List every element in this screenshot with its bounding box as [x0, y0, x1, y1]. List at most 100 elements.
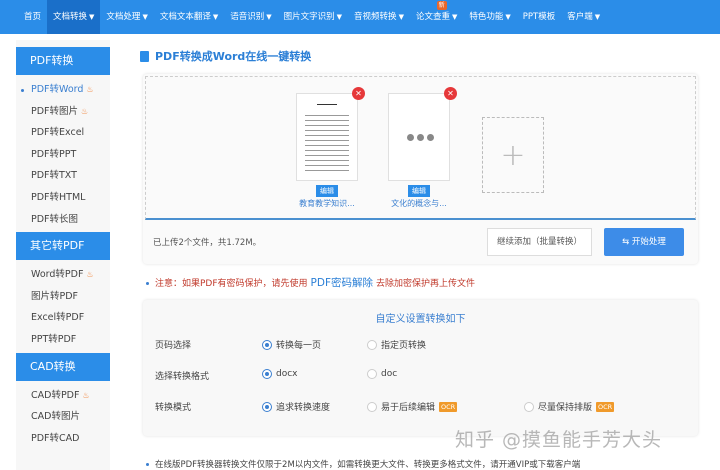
sidebar-item[interactable]: PDF转Excel — [16, 122, 110, 144]
sidebar-item[interactable]: PPT转PDF — [16, 329, 110, 351]
caret-down-icon: ▼ — [398, 13, 404, 21]
sidebar-item-label: PPT转PDF — [31, 333, 77, 345]
sidebar-item-label: CAD转PDF — [31, 389, 80, 401]
plus-icon: + — [500, 137, 526, 173]
radio-option[interactable]: doc — [367, 369, 397, 379]
sidebar-item[interactable]: PDF转PPT — [16, 144, 110, 166]
sidebar-item[interactable]: CAD转图片 — [16, 406, 110, 428]
caret-down-icon: ▼ — [451, 13, 458, 21]
nav-label: 文档处理 — [106, 12, 141, 22]
nav-label: 图片文字识别 — [283, 12, 335, 22]
settings-label: 转换模式 — [155, 403, 192, 413]
sidebar-item[interactable]: PDF转长图 — [16, 209, 110, 231]
upload-info: 已上传2个文件，共1.72M。 — [153, 238, 262, 248]
radio-option[interactable]: 尽量保持排版 OCR — [524, 400, 615, 413]
pdf-unlock-link[interactable]: PDF密码解除 — [311, 277, 373, 289]
fire-icon: ♨ — [86, 270, 94, 280]
radio-button[interactable] — [262, 339, 272, 350]
radio-label: docx — [276, 369, 298, 379]
caret-down-icon: ▼ — [89, 13, 95, 21]
nav-item[interactable]: PPT模板 — [517, 0, 561, 34]
radio-option[interactable]: 易于后续编辑 OCR — [367, 400, 458, 413]
remove-file-icon[interactable]: ✕ — [352, 87, 365, 100]
sidebar-item-label: CAD转图片 — [31, 411, 80, 423]
edit-button[interactable]: 编辑 — [316, 185, 338, 197]
radio-label: 指定页转换 — [381, 341, 427, 351]
radio-label: 易于后续编辑 — [381, 403, 436, 413]
nav-item[interactable]: 图片文字识别 ▼ — [278, 0, 348, 34]
radio-button[interactable] — [367, 369, 377, 379]
drop-zone[interactable]: ✕ 编辑 教育教学知识... ✕ 编辑 文化的概念与... + — [145, 76, 696, 220]
caret-down-icon: ▼ — [336, 13, 343, 21]
nav-label: 论文查重 — [415, 12, 450, 22]
sidebar-item[interactable]: 图片转PDF — [16, 286, 110, 308]
nav-label: 文档转换 — [53, 12, 88, 22]
caret-down-icon: ▼ — [505, 13, 511, 21]
sidebar-item[interactable]: PDF转图片 ♨ — [16, 101, 110, 123]
nav-item[interactable]: 论文查重 ▼ 新 — [410, 0, 463, 34]
page-title: PDF转换成Word在线一键转换 — [140, 48, 311, 64]
loading-icon — [407, 134, 434, 141]
radio-button[interactable] — [262, 369, 272, 379]
start-button[interactable]: ⇆ 开始处理 — [604, 228, 684, 256]
nav-item[interactable]: 文档文本翻译 ▼ — [154, 0, 224, 34]
sidebar-item-label: PDF转CAD — [31, 432, 80, 444]
radio-button[interactable] — [262, 401, 272, 412]
radio-button[interactable] — [367, 339, 377, 350]
fire-icon: ♨ — [82, 390, 90, 400]
add-file-button[interactable]: + — [482, 117, 544, 193]
sidebar-item[interactable]: Word转PDF ♨ — [16, 264, 110, 286]
nav-label: 首页 — [24, 12, 42, 22]
nav-label: 音视频转换 — [354, 12, 397, 22]
sidebar-item[interactable]: PDF转Word ♨ — [16, 79, 110, 101]
ocr-badge: OCR — [596, 401, 615, 412]
size-limit-note: 在线版PDF转换器转换文件仅限于2M以内文件，如需转换更大文件、转换更多格式文件… — [146, 458, 580, 470]
sidebar-item[interactable]: Excel转PDF — [16, 307, 110, 329]
settings-label: 页码选择 — [155, 341, 192, 351]
radio-option[interactable]: 指定页转换 — [367, 338, 426, 351]
sidebar-item[interactable]: PDF转HTML — [16, 187, 110, 209]
add-more-button[interactable]: 继续添加（批量转换） — [487, 228, 592, 256]
nav-item[interactable]: 文档转换 ▼ — [47, 0, 101, 34]
radio-option[interactable]: 追求转换速度 — [262, 400, 330, 413]
nav-item[interactable]: 文档处理 ▼ — [100, 0, 153, 34]
radio-option[interactable]: 转换每一页 — [262, 338, 321, 351]
radio-label: 追求转换速度 — [276, 403, 331, 413]
nav-item[interactable]: 语音识别 ▼ — [224, 0, 277, 34]
nav-item[interactable]: 特色功能 ▼ — [463, 0, 516, 34]
file-thumbnail[interactable]: ✕ — [388, 87, 457, 181]
edit-button[interactable]: 编辑 — [408, 185, 430, 197]
sidebar-item-label: 图片转PDF — [31, 290, 79, 302]
nav-label: 语音识别 — [230, 12, 265, 22]
sidebar-item[interactable]: PDF转TXT — [16, 165, 110, 187]
watermark: 知乎 @摸鱼能手芳大头 — [455, 429, 663, 451]
caret-down-icon: ▼ — [266, 13, 272, 21]
file-name: 教育教学知识... — [299, 199, 355, 208]
nav-label: 文档文本翻译 — [159, 12, 211, 22]
top-nav: 首页 文档转换 ▼ 文档处理 ▼ 文档文本翻译 ▼ 语音识别 ▼ 图片文字识别 ▼ 音视频转换 ▼ 论文查… — [0, 0, 720, 34]
radio-button[interactable] — [367, 401, 377, 412]
radio-label: doc — [381, 369, 398, 379]
sidebar-item-label: Word转PDF — [31, 269, 84, 281]
document-icon — [140, 50, 149, 62]
nav-item[interactable]: 客户端 ▼ — [561, 0, 606, 34]
sidebar-item[interactable]: PDF转CAD — [16, 428, 110, 450]
new-badge: 新 — [436, 1, 447, 10]
sidebar-section-header: PDF转换 — [16, 47, 110, 75]
file-thumbnail[interactable]: ✕ — [296, 87, 365, 181]
settings-title: 自定义设置转换如下 — [375, 314, 466, 325]
remove-file-icon[interactable]: ✕ — [444, 87, 457, 100]
caret-down-icon: ▼ — [594, 13, 601, 21]
radio-button[interactable] — [524, 401, 534, 412]
nav-item[interactable]: 首页 — [18, 0, 47, 34]
nav-label: PPT模板 — [522, 12, 556, 22]
sidebar-item-label: Excel转PDF — [31, 312, 85, 324]
settings-label: 选择转换格式 — [155, 372, 210, 382]
nav-label: 客户端 — [567, 12, 593, 22]
settings-panel: 自定义设置转换如下 页码选择 转换每一页 指定页转换选择转换格式 docx doc 转换模… — [143, 300, 698, 436]
sidebar-item-label: PDF转HTML — [31, 191, 86, 203]
sidebar-item[interactable]: CAD转PDF ♨ — [16, 385, 110, 407]
radio-option[interactable]: docx — [262, 369, 298, 379]
sidebar: PDF转换 PDF转Word ♨ PDF转图片 ♨ PDF转Excel PDF转PPT PDF… — [16, 40, 110, 470]
nav-item[interactable]: 音视频转换 ▼ — [348, 0, 410, 34]
